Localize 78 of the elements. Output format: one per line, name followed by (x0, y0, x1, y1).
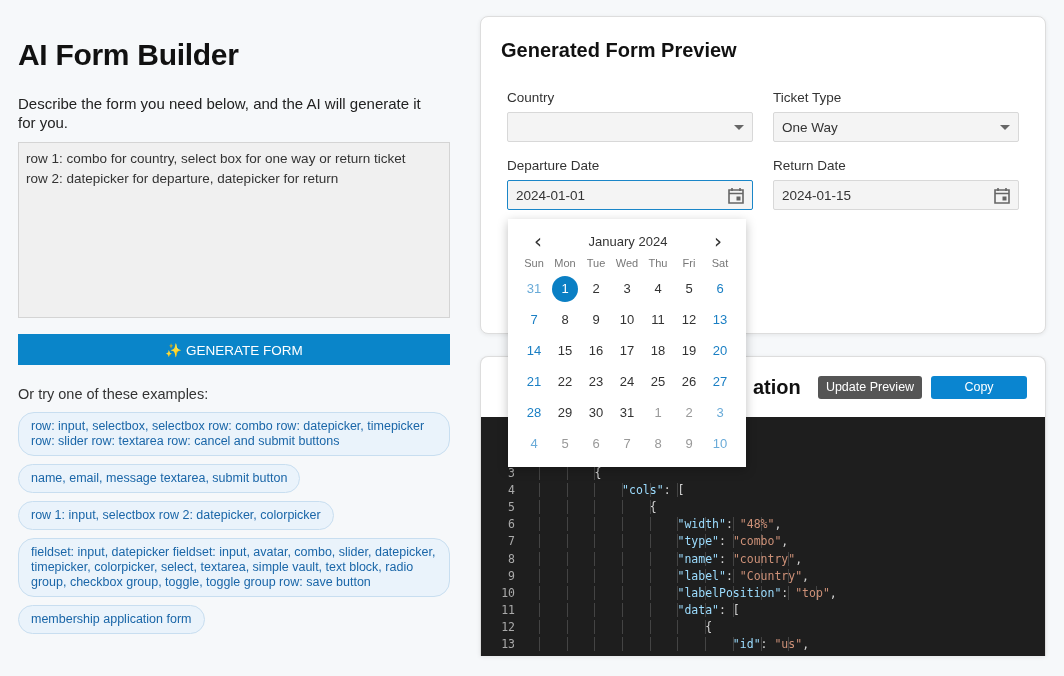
calendar-day[interactable]: 11 (645, 306, 671, 333)
select-field[interactable]: One Way (773, 112, 1019, 142)
calendar-day[interactable]: 14 (521, 337, 547, 364)
calendar-icon (994, 186, 1010, 204)
calendar-day[interactable]: 6 (707, 275, 733, 302)
date-field[interactable]: 2024-01-15 (773, 180, 1019, 210)
calendar-day[interactable]: 15 (552, 337, 578, 364)
calendar-day[interactable]: 7 (521, 306, 547, 333)
date-field[interactable]: 2024-01-01 (507, 180, 753, 210)
previous-month-button[interactable]: ‹ (530, 231, 546, 251)
line-number: 12 (500, 620, 515, 635)
caret-icon (734, 124, 744, 130)
weekday-label: Tue (585, 257, 607, 269)
example-chip[interactable]: row: input, selectbox, selectbox row: combo row: datepicker, timepicker row: slider row: textarea row: cancel and submit buttons (18, 412, 450, 456)
calendar-day[interactable]: 17 (614, 337, 640, 364)
generate-button[interactable]: ✨ GENERATE FORM (18, 334, 450, 365)
examples-heading: Or try one of these examples: (18, 386, 209, 402)
description: Describe the form you need below, and the AI will generate it for you. (18, 94, 422, 132)
prompt-field[interactable]: row 1: combo for country, select box for one way or return ticket row 2: datepicker for departure, datepicker for return (18, 142, 450, 318)
field-label: Return Date (773, 158, 847, 173)
calendar-day[interactable]: 2 (583, 275, 609, 302)
example-chip[interactable]: name, email, message textarea, submit button (18, 464, 301, 493)
line-number: 8 (507, 551, 515, 566)
calendar-day[interactable]: 23 (583, 368, 609, 395)
weekday-label: Wed (614, 257, 640, 269)
line-number: 5 (507, 499, 515, 514)
copy-button[interactable]: Copy (931, 375, 1027, 399)
update-button[interactable]: Update Preview (818, 375, 922, 399)
line-number: 13 (500, 637, 515, 652)
field-label: Country (507, 90, 556, 105)
select-field[interactable] (507, 112, 753, 142)
calendar-day[interactable]: 8 (552, 306, 578, 333)
example-chip[interactable]: row 1: input, selectbox row 2: datepicker, colorpicker (18, 501, 334, 530)
line-number: 4 (507, 482, 515, 497)
line-number: 7 (507, 534, 515, 549)
calendar-day[interactable]: 29 (552, 399, 578, 426)
card-title: Generated Form Preview (501, 39, 738, 62)
calendar-icon (728, 186, 744, 204)
calendar-day[interactable]: 3 (614, 275, 640, 302)
calendar-day[interactable]: 10 (614, 306, 640, 333)
calendar-day[interactable]: 28 (521, 399, 547, 426)
calendar-day[interactable]: 1 (552, 275, 578, 302)
weekday-label: Sun (523, 257, 545, 269)
calendar-day[interactable]: 25 (645, 368, 671, 395)
calendar-day[interactable]: 13 (707, 306, 733, 333)
calendar-day[interactable]: 5 (676, 275, 702, 302)
calendar-day[interactable]: 19 (676, 337, 702, 364)
example-chip[interactable]: fieldset: input, datepicker fieldset: input, avatar, combo, slider, datepicker, timepicker, colorpicker, select, textarea, simple vault, text block, radio group, checkbox group, toggle, toggle group row: save button (18, 538, 450, 597)
field-label: Ticket Type (773, 90, 843, 105)
calendar-day[interactable]: 22 (552, 368, 578, 395)
calendar-day[interactable]: 18 (645, 337, 671, 364)
page-title: AI Form Builder (18, 38, 239, 72)
calendar-day[interactable]: 12 (676, 306, 702, 333)
field-label: Departure Date (507, 158, 601, 173)
calendar-day[interactable]: 21 (521, 368, 547, 395)
calendar-day[interactable]: 16 (583, 337, 609, 364)
card-title: ation (753, 375, 801, 399)
calendar-day[interactable]: 26 (676, 368, 702, 395)
calendar-day[interactable]: 27 (707, 368, 733, 395)
weekday-label: Thu (647, 257, 669, 269)
calendar-day[interactable]: 9 (583, 306, 609, 333)
calendar-day[interactable]: 20 (707, 337, 733, 364)
caret-icon (1000, 124, 1010, 130)
line-number: 9 (507, 568, 515, 583)
calendar-day[interactable]: 30 (583, 399, 609, 426)
calendar-day[interactable]: 4 (645, 275, 671, 302)
line-number: 11 (500, 603, 515, 618)
example-chip[interactable]: membership application form (18, 605, 205, 634)
line-number: 6 (507, 517, 515, 532)
next-month-button[interactable]: › (710, 231, 726, 251)
line-number: 3 (507, 465, 515, 480)
weekday-label: Fri (681, 257, 697, 269)
calendar-day[interactable]: 31 (614, 399, 640, 426)
month-label: January 2024 (588, 233, 668, 249)
calendar-day[interactable]: 24 (614, 368, 640, 395)
weekday-label: Mon (553, 257, 577, 269)
weekday-label: Sat (710, 257, 730, 269)
line-number: 10 (500, 585, 515, 600)
